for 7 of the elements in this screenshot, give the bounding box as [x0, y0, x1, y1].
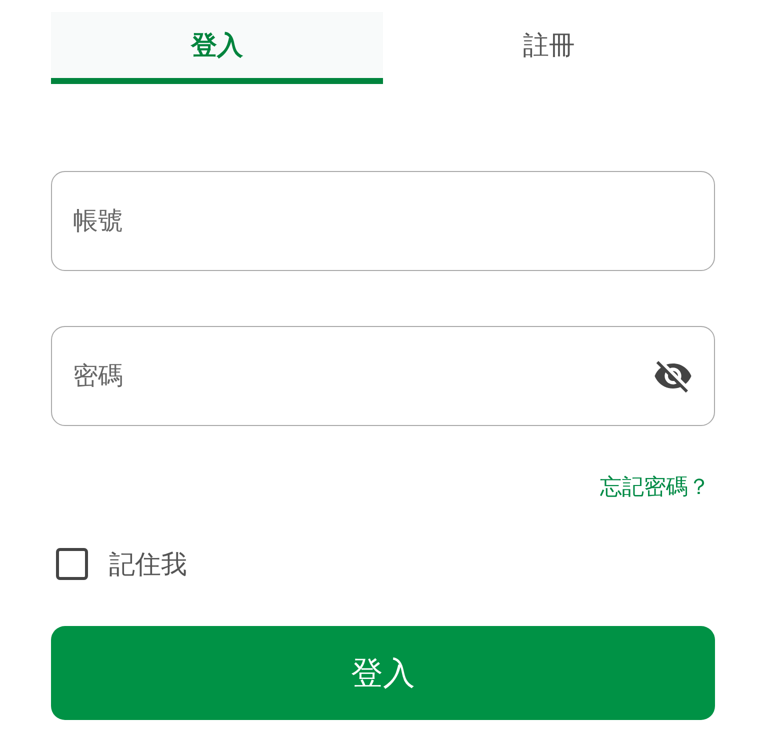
username-field[interactable]: 帳號	[51, 171, 715, 271]
password-field[interactable]: 密碼	[51, 326, 715, 426]
login-button[interactable]: 登入	[51, 626, 715, 720]
tab[interactable]: 登入	[51, 12, 383, 84]
forgot-password-link[interactable]: 忘記密碼？	[600, 473, 710, 501]
remember-me-checkbox[interactable]	[56, 548, 88, 580]
remember-me-label: 記住我	[109, 548, 187, 580]
